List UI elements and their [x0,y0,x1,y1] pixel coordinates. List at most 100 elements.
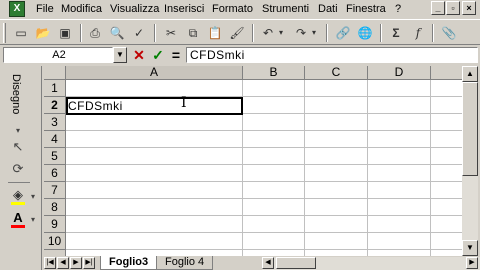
scroll-right-icon[interactable]: ▶ [466,257,478,269]
text-cursor-icon: I [181,95,187,111]
row-header-2[interactable]: 2 [44,97,66,114]
column-header-a[interactable]: A [66,66,243,80]
select-objects-icon[interactable]: ↖ [8,138,28,156]
row-header-10[interactable]: 10 [44,233,66,250]
menu-help[interactable]: ? [395,2,401,16]
scroll-down-icon[interactable]: ▼ [462,240,478,256]
paste-icon[interactable]: 📋 [206,24,224,42]
gridline [66,198,462,199]
function-icon[interactable]: f [409,24,427,42]
row-header-8[interactable]: 8 [44,199,66,216]
toolbar-separator [432,24,434,42]
drawing-toolbar: Disegno ▾ ↖ ⟳ ◈ ▾ A ▾ [0,66,42,270]
vertical-scroll-thumb[interactable] [462,82,478,176]
formula-input[interactable]: CFDSmki [186,47,478,63]
cut-icon[interactable]: ✂ [162,24,180,42]
column-header-d[interactable]: D [368,66,431,80]
assistant-icon[interactable]: 📎 [440,24,458,42]
name-box[interactable]: A2 [3,47,113,63]
toolbar-separator [380,24,382,42]
open-folder-icon[interactable]: 📂 [34,24,52,42]
cancel-entry-button[interactable]: ✕ [131,47,147,63]
toolbar-separator [252,24,254,42]
minimize-button[interactable]: _ [431,1,445,15]
free-rotate-icon[interactable]: ⟳ [8,160,28,178]
hyperlink-icon[interactable]: 🔗 [334,24,352,42]
row-header-6[interactable]: 6 [44,165,66,182]
gridline [367,80,368,256]
last-sheet-icon[interactable]: ▶| [83,257,95,269]
horizontal-scrollbar[interactable]: ◀ ▶ [262,257,480,270]
sheet-tab-foglio3[interactable]: Foglio3 [100,256,158,270]
redo-icon[interactable]: ↷ [292,24,310,42]
row-header-4[interactable]: 4 [44,131,66,148]
redo-dropdown-icon[interactable]: ▾ [309,24,319,42]
undo-dropdown-icon[interactable]: ▾ [276,24,286,42]
menu-file[interactable]: File [36,2,54,16]
gridline [66,232,462,233]
name-box-value: A2 [52,49,66,61]
menu-inserisci[interactable]: Inserisci [164,2,204,16]
cell-a2-value: CFDSmki [68,99,123,113]
gridline [66,164,462,165]
save-icon[interactable]: ▣ [56,24,74,42]
horizontal-scroll-thumb[interactable] [276,257,316,269]
sheet-tab-bar: |◀ ◀ ▶ ▶| Foglio3 Foglio 4 ◀ ▶ [44,256,480,270]
menu-visualizza[interactable]: Visualizza [110,2,159,16]
format-painter-icon[interactable]: 🖌 [228,24,246,42]
name-box-dropdown-icon[interactable]: ▼ [113,47,127,63]
next-sheet-icon[interactable]: ▶ [70,257,82,269]
menu-modifica[interactable]: Modifica [61,2,102,16]
toolbar-separator [154,24,156,42]
menu-strumenti[interactable]: Strumenti [262,2,309,16]
fill-color-icon[interactable]: ◈ [8,188,28,206]
autosum-icon[interactable]: Σ [387,24,405,42]
row-header-9[interactable]: 9 [44,216,66,233]
edit-formula-button[interactable]: = [168,47,184,63]
new-doc-icon[interactable]: ▭ [12,24,30,42]
spelling-icon[interactable]: ✓ [130,24,148,42]
copy-icon[interactable]: ⧉ [184,24,202,42]
scroll-left-icon[interactable]: ◀ [262,257,274,269]
prev-sheet-icon[interactable]: ◀ [57,257,69,269]
font-color-dropdown-icon[interactable]: ▾ [28,211,38,229]
menu-finestra[interactable]: Finestra [346,2,386,16]
standard-toolbar: ▭ 📂 ▣ ⎙ 🔍 ✓ ✂ ⧉ 📋 🖌 ↶ ▾ ↷ ▾ 🔗 🌐 Σ f 📎 [0,19,480,45]
row-header-1[interactable]: 1 [44,80,66,97]
undo-icon[interactable]: ↶ [259,24,277,42]
gridline [66,130,462,131]
scroll-up-icon[interactable]: ▲ [462,66,478,82]
row-header-7[interactable]: 7 [44,182,66,199]
row-header-5[interactable]: 5 [44,148,66,165]
toolbar-grip[interactable] [3,23,6,43]
print-icon[interactable]: ⎙ [86,24,104,42]
toolbar-separator [326,24,328,42]
font-color-icon[interactable]: A [8,211,28,229]
close-button[interactable]: × [462,1,476,15]
drawbar-separator [8,182,30,184]
vertical-scrollbar[interactable]: ▲ ▼ [462,66,478,256]
toolbar-separator [80,24,82,42]
drawing-toolbar-title[interactable]: Disegno [10,74,22,114]
menu-formato[interactable]: Formato [212,2,253,16]
restore-button[interactable]: ▫ [446,1,460,15]
web-icon[interactable]: 🌐 [356,24,374,42]
gridline [66,147,462,148]
select-all-corner[interactable] [44,66,66,80]
column-header-c[interactable]: C [305,66,368,80]
sheet-tab-foglio4[interactable]: Foglio 4 [156,256,214,270]
column-header-b[interactable]: B [243,66,305,80]
first-sheet-icon[interactable]: |◀ [44,257,56,269]
row-header-3[interactable]: 3 [44,114,66,131]
gridline [66,215,462,216]
gridline [304,80,305,256]
gridline [66,181,462,182]
print-preview-icon[interactable]: 🔍 [108,24,126,42]
confirm-entry-button[interactable]: ✓ [150,47,166,63]
spreadsheet-grid[interactable]: A B C D 1 2 3 4 5 6 7 8 9 10 CFDSmki I [44,66,462,256]
excel-app-icon[interactable]: X [9,1,25,17]
column-header-e[interactable] [431,66,462,80]
fill-color-dropdown-icon[interactable]: ▾ [28,188,38,206]
menu-dati[interactable]: Dati [318,2,338,16]
menu-bar: X File Modifica Visualizza Inserisci For… [0,0,480,18]
